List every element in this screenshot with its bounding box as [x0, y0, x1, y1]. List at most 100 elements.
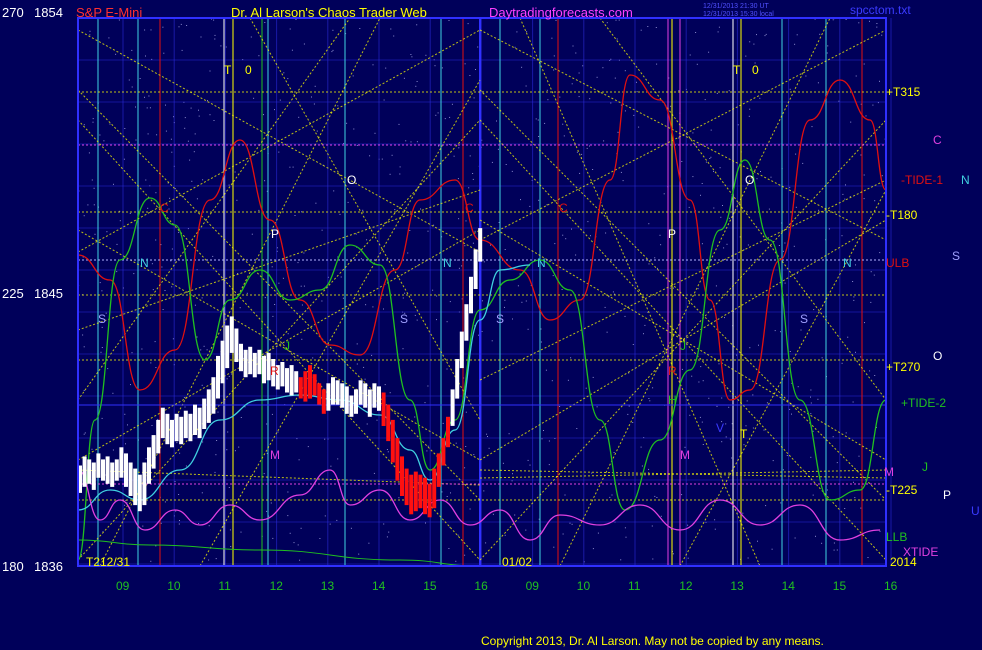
star-dot — [316, 130, 318, 132]
star-dot — [449, 301, 451, 303]
star-dot — [520, 199, 521, 201]
star-dot — [352, 75, 354, 77]
star-dot — [749, 41, 751, 43]
star-dot — [190, 107, 192, 109]
price-bar — [423, 477, 427, 515]
star-dot — [441, 491, 443, 493]
star-dot — [624, 315, 626, 317]
star-dot — [226, 449, 228, 451]
star-dot — [691, 375, 693, 377]
star-dot — [198, 523, 200, 525]
star-dot — [366, 423, 368, 425]
star-dot — [752, 394, 754, 396]
price-bar — [478, 228, 483, 262]
star-dot — [565, 238, 567, 240]
star-dot — [718, 26, 720, 28]
star-dot — [589, 98, 591, 100]
price-bar — [289, 365, 294, 396]
star-dot — [258, 55, 260, 57]
star-dot — [131, 49, 133, 51]
star-dot — [652, 387, 654, 389]
star-dot — [321, 229, 323, 231]
star-dot — [448, 20, 450, 21]
star-dot — [469, 75, 471, 76]
star-dot — [145, 55, 146, 57]
star-dot — [562, 123, 564, 125]
star-dot — [472, 242, 474, 244]
star-dot — [780, 502, 782, 504]
star-dot — [196, 336, 198, 338]
star-dot — [660, 515, 662, 517]
star-dot — [763, 429, 765, 431]
star-dot — [548, 440, 550, 442]
star-dot — [832, 19, 834, 21]
mid-angle-label: 225 — [2, 286, 24, 301]
star-dot — [434, 65, 436, 67]
glyph-m2: M — [680, 448, 690, 462]
star-dot — [603, 140, 605, 142]
star-dot — [472, 178, 474, 180]
star-dot — [540, 341, 542, 343]
star-dot — [270, 502, 272, 504]
star-dot — [184, 117, 186, 119]
price-bar — [459, 331, 464, 369]
star-dot — [797, 386, 799, 388]
star-dot — [655, 27, 657, 28]
star-dot — [504, 306, 505, 308]
star-dot — [442, 422, 444, 424]
star-dot — [383, 308, 384, 310]
star-dot — [468, 187, 470, 189]
star-dot — [833, 549, 835, 551]
star-dot — [475, 69, 476, 70]
mid-date-mark: 01/02 — [502, 555, 532, 569]
star-dot — [214, 38, 216, 40]
star-dot — [145, 179, 147, 181]
star-dot — [432, 289, 434, 291]
star-dot — [94, 233, 96, 235]
star-dot — [581, 153, 583, 155]
star-dot — [632, 344, 634, 345]
star-dot — [108, 37, 110, 39]
star-dot — [845, 432, 847, 434]
star-dot — [728, 406, 730, 408]
star-dot — [609, 496, 611, 498]
star-dot — [576, 428, 578, 429]
star-dot — [228, 375, 230, 377]
star-dot — [228, 487, 230, 488]
price-bar — [432, 468, 437, 509]
site-link[interactable]: Daytradingforecasts.com — [489, 5, 633, 20]
star-dot — [365, 304, 367, 306]
star-dot — [164, 501, 166, 503]
fan-line — [199, 79, 481, 567]
star-dot — [836, 549, 838, 551]
star-dot — [350, 527, 352, 529]
right-glyph-p: P — [943, 488, 951, 502]
star-dot — [144, 96, 145, 98]
star-dot — [525, 300, 527, 302]
star-dot — [700, 366, 702, 368]
star-dot — [624, 527, 626, 529]
star-dot — [202, 441, 204, 443]
star-dot — [833, 542, 835, 544]
x-tick-label: 13 — [321, 579, 335, 593]
star-dot — [759, 97, 761, 99]
star-dot — [681, 494, 683, 496]
star-dot — [796, 34, 798, 36]
star-dot — [516, 31, 518, 33]
price-bar — [340, 383, 345, 408]
star-dot — [398, 123, 400, 125]
star-dot — [758, 344, 759, 346]
star-dot — [620, 559, 622, 561]
star-dot — [425, 54, 427, 56]
star-dot — [570, 357, 572, 359]
star-dot — [708, 51, 710, 53]
star-dot — [469, 508, 471, 510]
star-dot — [200, 36, 202, 38]
star-dot — [544, 122, 546, 124]
star-dot — [638, 126, 640, 128]
price-bar — [377, 386, 381, 411]
price-bar — [349, 395, 354, 417]
star-dot — [848, 499, 850, 501]
price-bar — [257, 349, 262, 375]
price-bar — [151, 435, 156, 469]
